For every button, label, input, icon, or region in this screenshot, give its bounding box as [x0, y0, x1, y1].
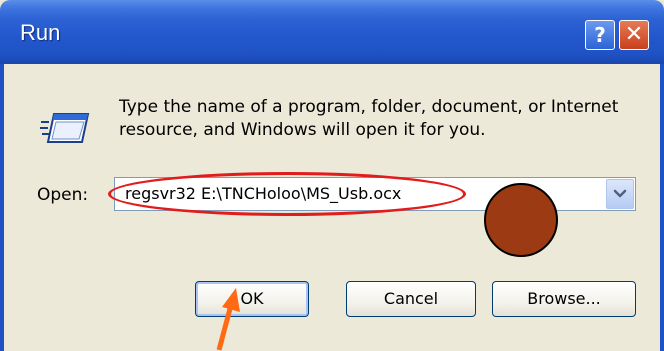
brown-circle-marker: [484, 183, 558, 257]
browse-button[interactable]: Browse...: [492, 281, 636, 317]
help-icon: ?: [594, 23, 606, 47]
open-label: Open:: [37, 185, 89, 205]
close-icon: ✕: [624, 22, 644, 47]
chevron-down-icon: [613, 189, 627, 198]
help-button[interactable]: ?: [585, 20, 615, 50]
window-frame-right: [660, 64, 664, 351]
close-button[interactable]: ✕: [619, 20, 649, 50]
cancel-button[interactable]: Cancel: [346, 281, 476, 317]
window-frame-left: [0, 64, 4, 351]
run-window-icon: [40, 113, 90, 143]
orange-pointer-arrow: [216, 288, 240, 351]
title-bar[interactable]: Run ? ✕: [0, 0, 664, 64]
run-dialog: Run ? ✕ Type the name of a program, fold…: [0, 0, 664, 351]
window-title: Run: [20, 20, 61, 45]
dropdown-button[interactable]: [606, 179, 634, 209]
screenshot-stage: Run ? ✕ Type the name of a program, fold…: [0, 0, 664, 351]
red-highlight-ellipse: [108, 172, 466, 216]
instruction-text: Type the name of a program, folder, docu…: [119, 97, 619, 140]
